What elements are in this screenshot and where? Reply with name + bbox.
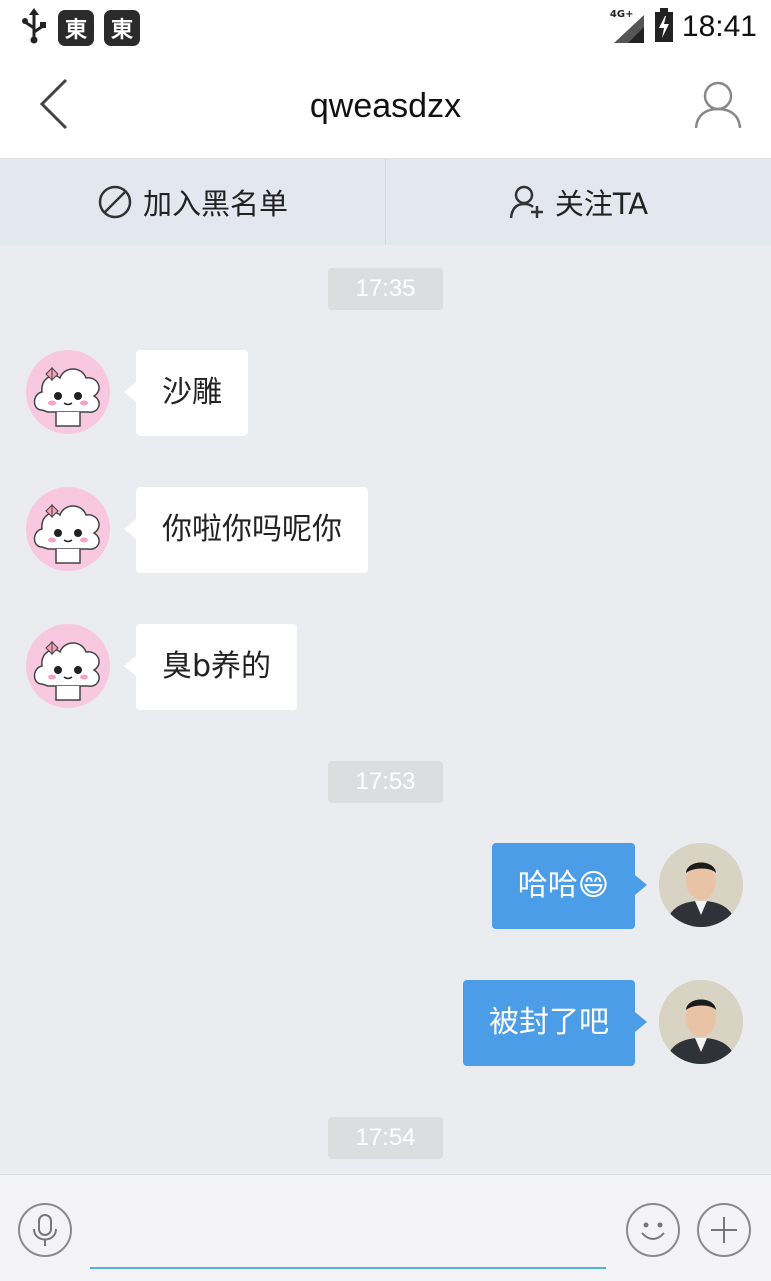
input-bar (0, 1174, 771, 1281)
add-user-icon (509, 185, 543, 219)
follow-button[interactable]: 关注TA (385, 159, 771, 245)
blacklist-button[interactable]: 加入黑名单 (0, 159, 385, 245)
plus-icon (711, 1217, 737, 1243)
back-arrow-icon (39, 78, 68, 130)
status-left: 東 東 (20, 8, 140, 48)
profile-button[interactable] (693, 80, 743, 132)
page-title: qweasdzx (309, 87, 462, 125)
contact-avatar[interactable] (26, 350, 110, 434)
voice-button[interactable] (18, 1203, 72, 1257)
action-bar: 加入黑名单 关注TA (0, 159, 771, 245)
clock: 18:41 (681, 10, 757, 43)
contact-avatar[interactable] (26, 487, 110, 571)
emoji-icon (641, 1222, 665, 1240)
status-bar: 東 東 4G+ 18:41 (0, 0, 771, 54)
app-badge-icon: 東 (58, 10, 94, 46)
user-avatar[interactable] (659, 843, 743, 927)
follow-label: 关注TA (554, 187, 649, 221)
battery-icon (654, 8, 674, 46)
user-photo-icon (659, 980, 743, 1064)
timestamp-chip: 17:53 (328, 761, 443, 803)
more-button[interactable] (697, 1203, 751, 1257)
signal-icon: 4G+ (610, 9, 646, 45)
contact-avatar[interactable] (26, 624, 110, 708)
app-badge-icon: 東 (104, 10, 140, 46)
incoming-message[interactable]: 沙雕 (124, 350, 248, 436)
emoji-button[interactable] (626, 1203, 680, 1257)
blacklist-label: 加入黑名单 (142, 187, 288, 221)
user-photo-icon (659, 843, 743, 927)
outgoing-message[interactable]: 被封了吧 (463, 980, 647, 1066)
cloud-character-icon (33, 503, 100, 564)
microphone-icon (33, 1214, 57, 1246)
incoming-message[interactable]: 你啦你吗呢你 (124, 487, 368, 573)
chat-header: qweasdzx (0, 54, 771, 159)
block-icon (98, 185, 132, 219)
incoming-message[interactable]: 臭b养的 (123, 624, 298, 710)
usb-icon (20, 8, 48, 48)
outgoing-message[interactable]: 哈哈😄 (491, 843, 648, 929)
cloud-character-icon (33, 640, 100, 701)
timestamp-chip: 17:54 (328, 1117, 443, 1159)
message-input[interactable] (90, 1195, 606, 1269)
user-avatar[interactable] (659, 980, 743, 1064)
back-button[interactable] (30, 76, 80, 136)
timestamp-chip: 17:35 (328, 268, 443, 310)
cloud-character-icon (33, 366, 100, 427)
status-right: 4G+ 18:41 (610, 8, 757, 46)
profile-icon (694, 81, 742, 129)
